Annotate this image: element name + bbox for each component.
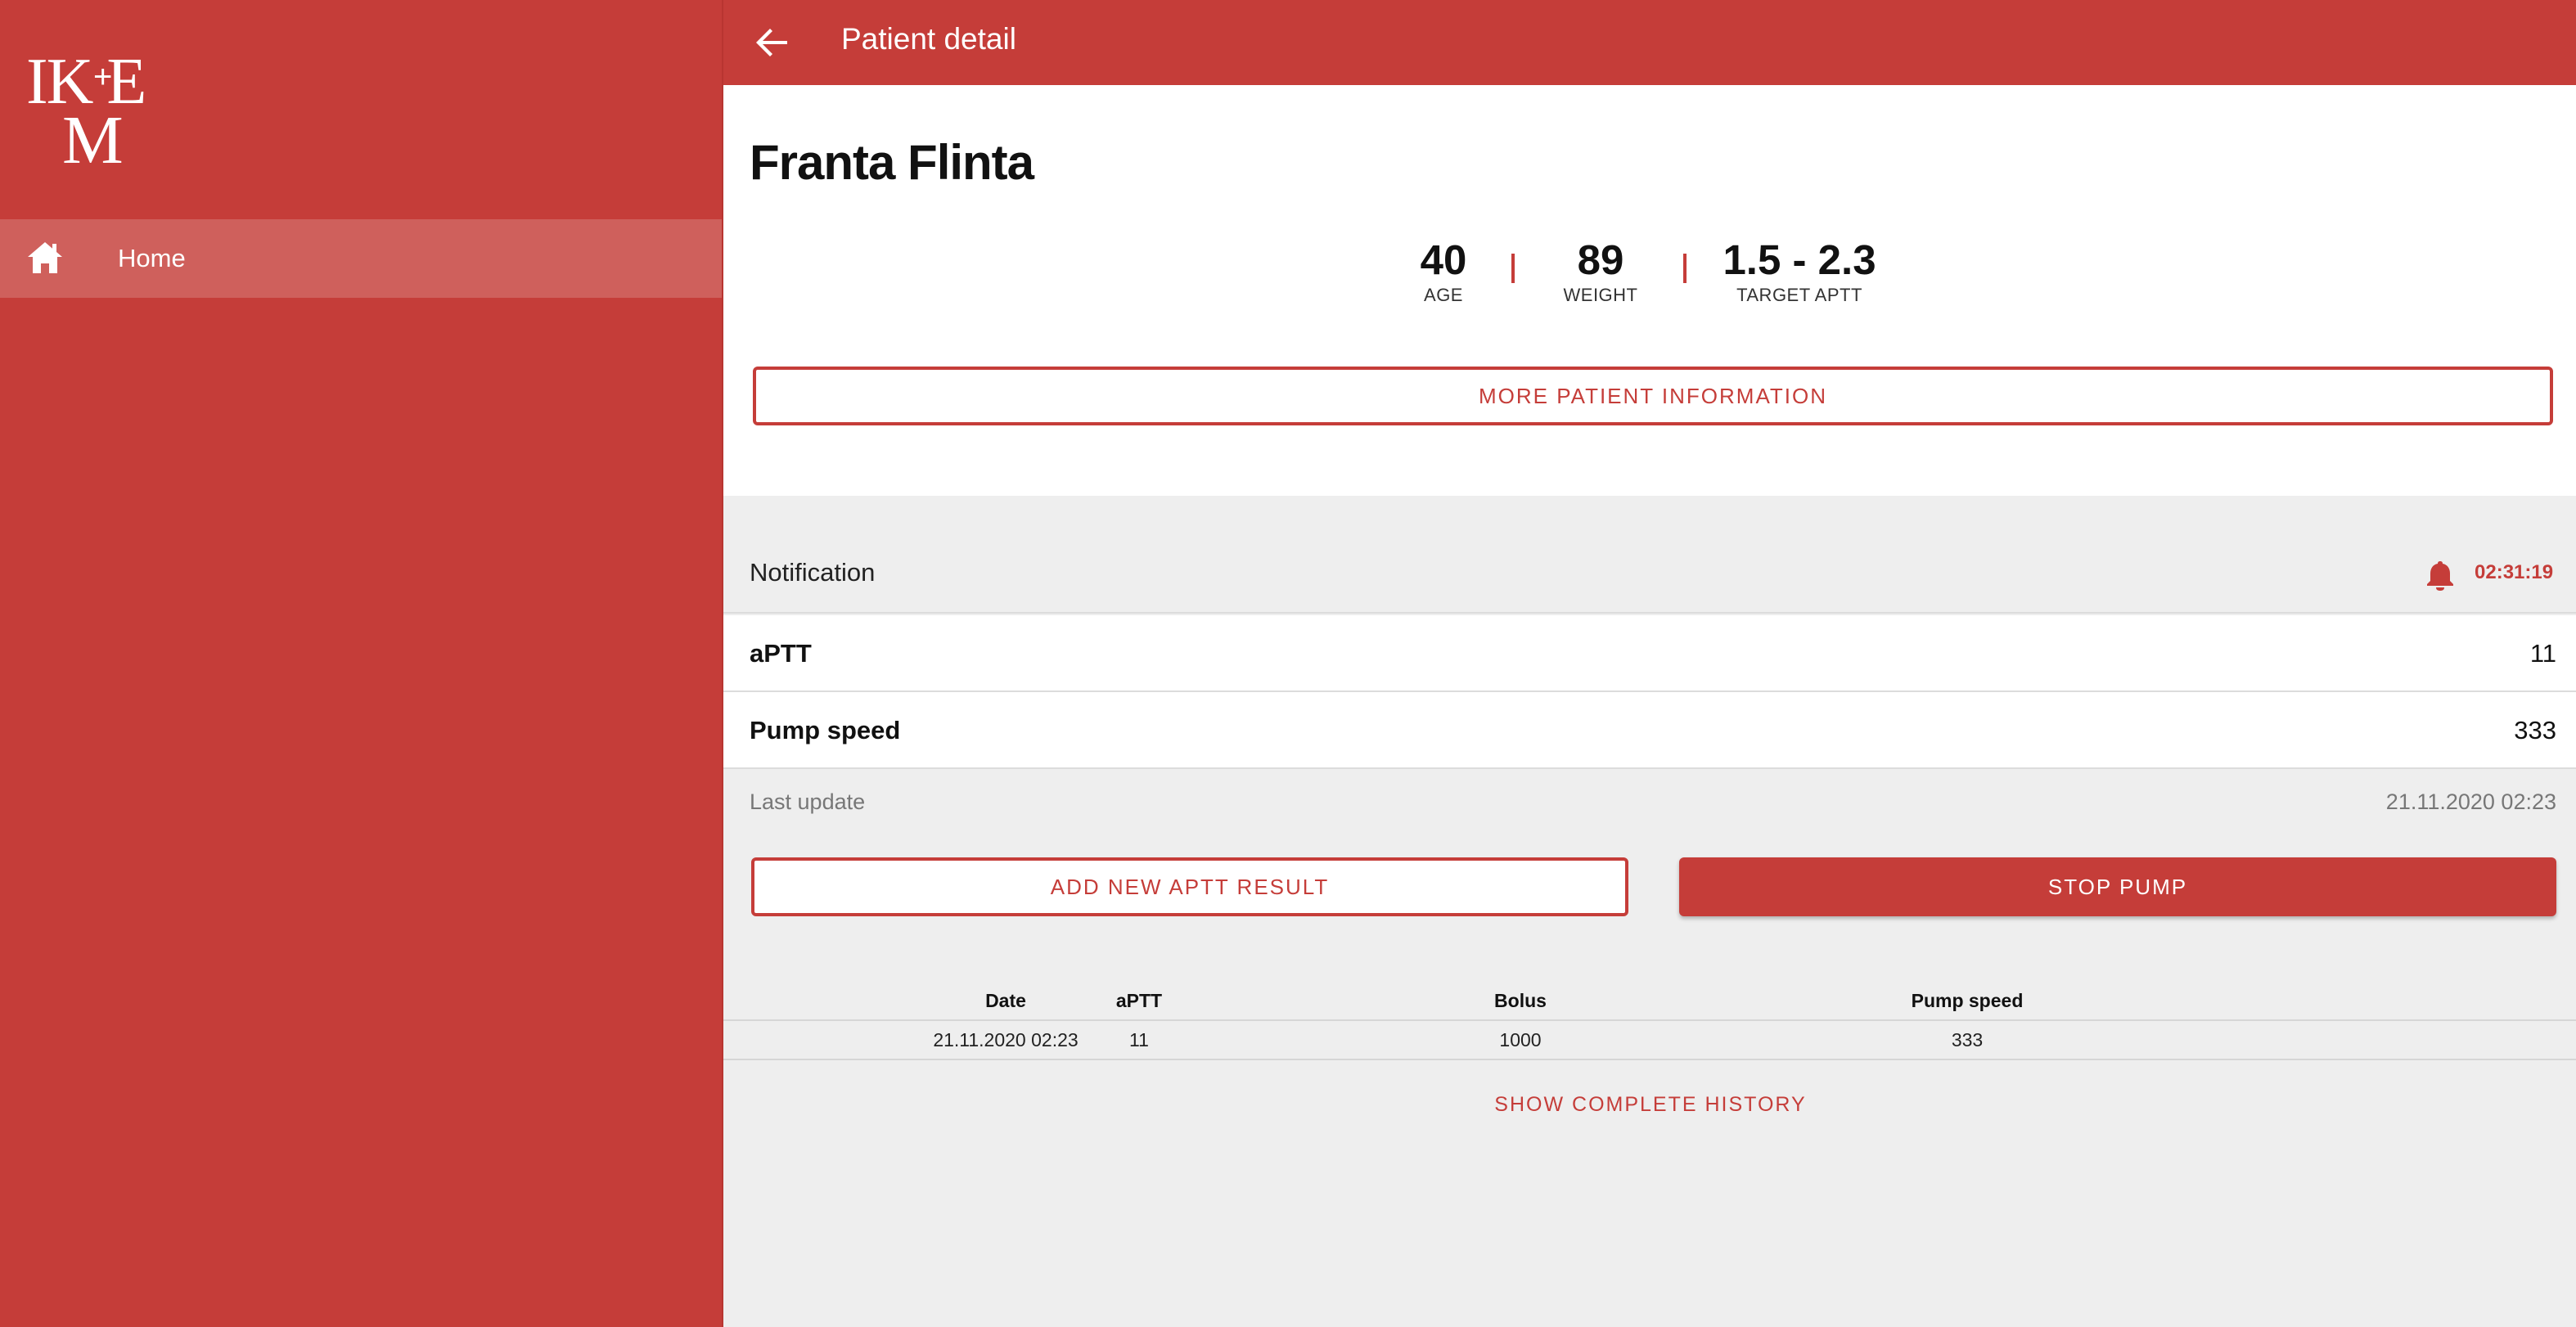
pump-speed-row: Pump speed 333 bbox=[723, 692, 2576, 769]
column-header-pump-speed: Pump speed bbox=[1911, 990, 2024, 1011]
main-content: Patient detail Franta Flinta 40 AGE 89 W… bbox=[722, 0, 2576, 1327]
sidebar-item-label: Home bbox=[118, 244, 186, 272]
aptt-value: 11 bbox=[2529, 639, 2556, 668]
aptt-row: aPTT 11 bbox=[723, 615, 2576, 692]
home-icon bbox=[28, 242, 62, 273]
patient-name: Franta Flinta bbox=[750, 135, 1034, 190]
bell-icon bbox=[2427, 561, 2453, 591]
patient-stats: 40 AGE 89 WEIGHT 1.5 - 2.3 TARGET APTT bbox=[723, 237, 2565, 311]
cell-aptt: 11 bbox=[1129, 1029, 1149, 1050]
sidebar: IK E + M Home bbox=[0, 0, 722, 1327]
column-header-bolus: Bolus bbox=[1494, 990, 1547, 1011]
stat-age-label: AGE bbox=[1424, 285, 1463, 305]
more-patient-info-button[interactable]: MORE PATIENT INFORMATION bbox=[753, 367, 2553, 425]
stat-age-value: 40 bbox=[1420, 236, 1467, 283]
last-update-row: Last update 21.11.2020 02:23 bbox=[723, 771, 2576, 833]
pump-speed-label: Pump speed bbox=[750, 716, 901, 744]
notification-label: Notification bbox=[750, 558, 876, 587]
sidebar-item-home[interactable]: Home bbox=[0, 219, 722, 298]
last-update-value: 21.11.2020 02:23 bbox=[2385, 789, 2556, 814]
cell-bolus: 1000 bbox=[1499, 1029, 1542, 1050]
table-row: 21.11.2020 02:23 11 1000 333 bbox=[723, 1019, 2576, 1060]
cell-pump-speed: 333 bbox=[1951, 1029, 1984, 1050]
ikem-logo: IK E + M bbox=[26, 46, 146, 178]
stat-weight-value: 89 bbox=[1577, 236, 1624, 283]
stat-target-label: TARGET APTT bbox=[1736, 285, 1862, 305]
show-complete-history-link[interactable]: SHOW COMPLETE HISTORY bbox=[723, 1093, 2576, 1117]
notification-time: 02:31:19 bbox=[2475, 561, 2554, 583]
add-aptt-result-button[interactable]: ADD NEW APTT RESULT bbox=[751, 857, 1628, 916]
column-header-aptt: aPTT bbox=[1115, 990, 1163, 1011]
stat-target-aptt: 1.5 - 2.3 TARGET APTT bbox=[1705, 237, 1894, 308]
notification-row: Notification 02:31:19 bbox=[723, 532, 2576, 614]
page-title: Patient detail bbox=[841, 22, 1016, 56]
arrow-left-icon[interactable] bbox=[754, 25, 790, 61]
stop-pump-button[interactable]: STOP PUMP bbox=[1679, 857, 2556, 916]
stat-divider bbox=[1511, 254, 1515, 283]
patient-card: Franta Flinta 40 AGE 89 WEIGHT 1.5 - 2.3… bbox=[723, 85, 2576, 496]
app-root: IK E + M Home Patient detail Franta Flin… bbox=[0, 0, 2576, 1327]
stat-divider bbox=[1683, 254, 1687, 283]
app-bar: Patient detail bbox=[723, 0, 2576, 85]
stat-weight: 89 WEIGHT bbox=[1543, 237, 1658, 308]
stat-age: 40 AGE bbox=[1403, 237, 1484, 308]
stat-target-value: 1.5 - 2.3 bbox=[1723, 236, 1876, 283]
last-update-label: Last update bbox=[750, 789, 866, 814]
stat-weight-label: WEIGHT bbox=[1563, 285, 1638, 305]
aptt-label: aPTT bbox=[750, 639, 812, 668]
pump-speed-value: 333 bbox=[2514, 716, 2556, 744]
